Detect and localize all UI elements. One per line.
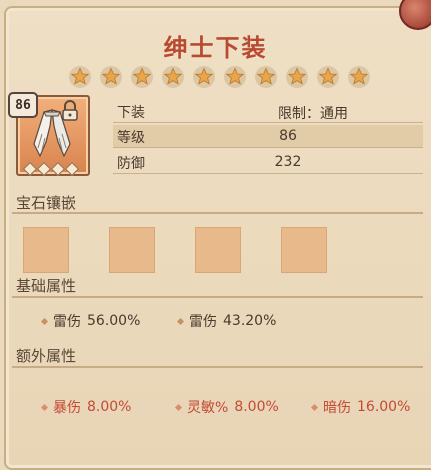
gem-slot[interactable] <box>281 227 327 273</box>
extra-attr-1: 暴伤 8.00% <box>40 397 132 417</box>
star-icon <box>131 66 153 88</box>
star-icon <box>162 66 184 88</box>
info-label: 下装 <box>117 105 145 121</box>
attr-value: 8.00% <box>234 399 279 415</box>
divider <box>12 296 423 298</box>
item-level-badge: 86 <box>8 92 38 118</box>
bullet-icon <box>40 317 49 325</box>
star-icon <box>255 66 277 88</box>
extra-attr-3: 暗伤 16.00% <box>310 397 411 417</box>
star-icon <box>224 66 246 88</box>
info-row-slot: 下装 限制：通用 <box>113 100 423 123</box>
diamond-icon <box>64 161 80 177</box>
star-icon <box>286 66 308 88</box>
diamond-icon <box>36 161 52 177</box>
star-icon <box>69 66 91 88</box>
base-attr-1: 雷伤 56.00% <box>40 311 141 331</box>
info-row-level: 等级 86 <box>113 125 423 148</box>
star-icon <box>100 66 122 88</box>
info-label: 等级 <box>117 130 145 146</box>
attr-value: 8.00% <box>87 399 132 415</box>
bullet-icon <box>174 403 183 411</box>
info-value: 232 <box>274 154 302 170</box>
gem-slot[interactable] <box>23 227 69 273</box>
socket-diamonds <box>22 161 80 177</box>
attr-name: 雷伤 <box>189 314 217 330</box>
star-rating <box>68 65 371 89</box>
bullet-icon <box>310 403 319 411</box>
item-name: 绅士下装 <box>163 33 268 62</box>
section-title-extra: 额外属性 <box>16 347 77 365</box>
info-value: 限制：通用 <box>278 106 348 122</box>
attr-name: 雷伤 <box>53 314 81 330</box>
star-icon <box>348 66 370 88</box>
star-icon <box>193 66 215 88</box>
section-title-base: 基础属性 <box>16 277 77 295</box>
attr-name: 暗伤 <box>323 400 351 416</box>
bullet-icon <box>40 403 49 411</box>
bullet-icon <box>176 317 185 325</box>
info-row-defense: 防御 232 <box>113 151 423 174</box>
lock-icon <box>62 100 78 121</box>
attr-value: 16.00% <box>357 399 411 415</box>
attr-value: 56.00% <box>87 313 141 329</box>
section-title-gems: 宝石镶嵌 <box>16 194 77 212</box>
gem-slot[interactable] <box>109 227 155 273</box>
attr-name: 暴伤 <box>53 400 81 416</box>
diamond-icon <box>22 161 38 177</box>
attr-value: 43.20% <box>223 313 277 329</box>
info-label: 防御 <box>117 156 145 172</box>
extra-attr-2: 灵敏% 8.00% <box>174 397 279 417</box>
diamond-icon <box>50 161 66 177</box>
divider <box>12 366 423 368</box>
divider <box>12 212 423 214</box>
base-attr-2: 雷伤 43.20% <box>176 311 277 331</box>
star-icon <box>317 66 339 88</box>
attr-name: 灵敏% <box>187 400 229 416</box>
info-value: 86 <box>279 128 297 144</box>
gem-slot[interactable] <box>195 227 241 273</box>
